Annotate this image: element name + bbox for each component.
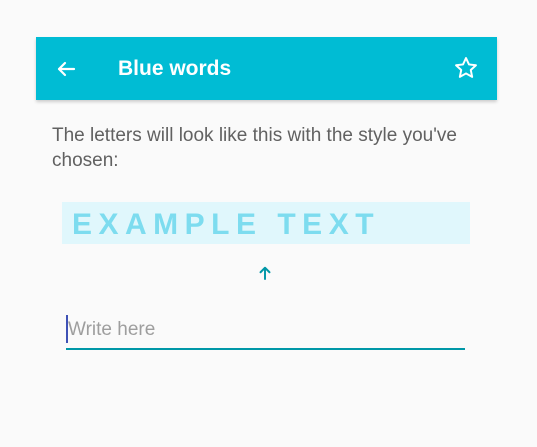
write-input-container xyxy=(66,314,465,350)
arrow-up-icon xyxy=(256,264,274,282)
back-button[interactable] xyxy=(54,57,78,81)
arrow-back-icon xyxy=(57,61,76,77)
style-preview-text: EXAMPLE TEXT xyxy=(72,208,381,241)
style-description: The letters will look like this with the… xyxy=(52,125,457,171)
star-outline-icon xyxy=(455,57,477,78)
write-input[interactable] xyxy=(68,316,458,344)
app-bar: Blue words xyxy=(36,37,497,100)
style-preview-box: EXAMPLE TEXT xyxy=(62,202,470,244)
page-title: Blue words xyxy=(118,57,232,80)
favorite-button[interactable] xyxy=(453,55,479,81)
